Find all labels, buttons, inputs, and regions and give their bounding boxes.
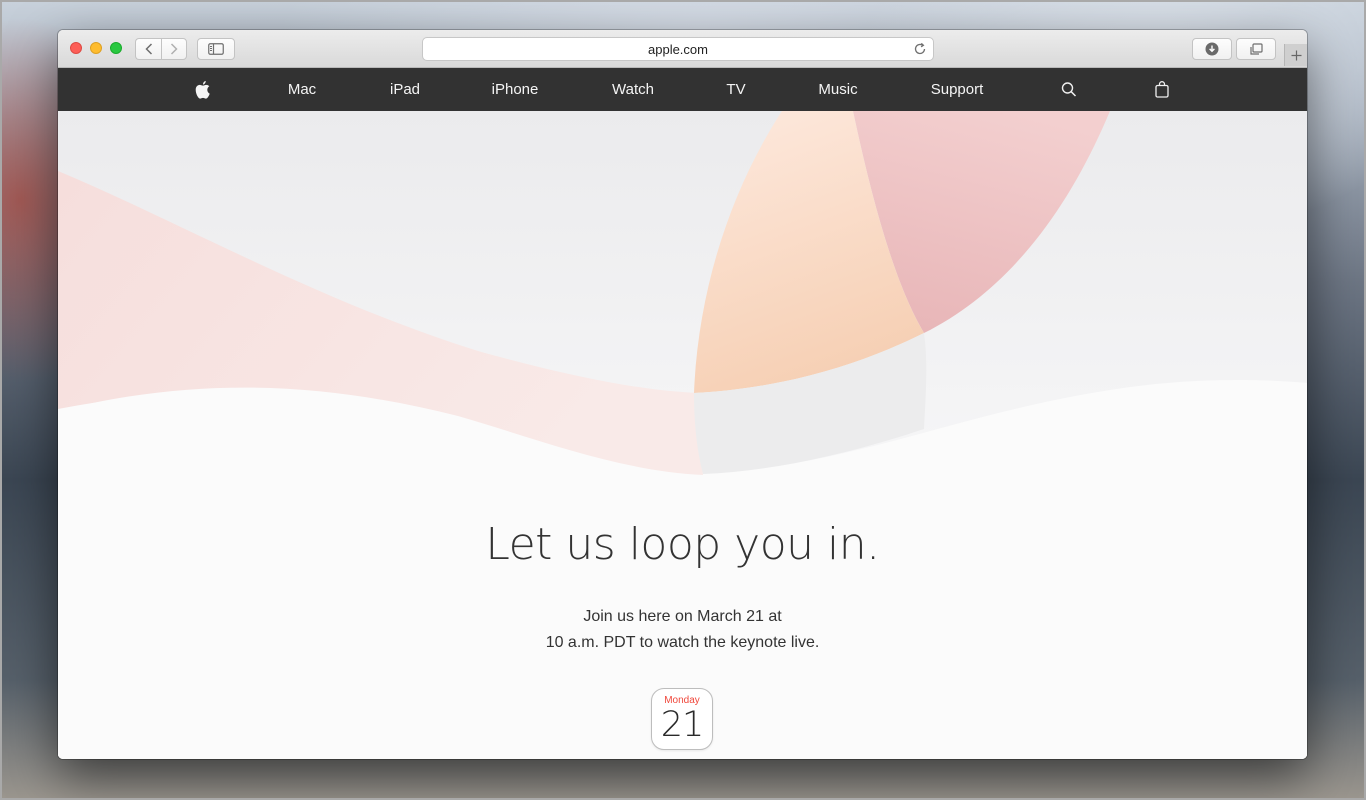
new-tab-button[interactable] [1284, 44, 1307, 66]
nav-link-music[interactable]: Music [818, 68, 857, 111]
reload-icon [914, 42, 926, 55]
calendar-date-number: 21 [660, 705, 705, 745]
chevron-left-icon [144, 43, 152, 55]
minimize-window-button[interactable] [90, 42, 102, 54]
event-hero: Let us loop you in. Join us here on Marc… [58, 111, 1307, 759]
search-button[interactable] [1061, 68, 1077, 111]
tab-overview-button[interactable] [1236, 38, 1276, 60]
chevron-right-icon [170, 43, 178, 55]
nav-link-watch[interactable]: Watch [612, 68, 654, 111]
apple-global-nav: Mac iPad iPhone Watch TV Music Support [58, 68, 1307, 111]
event-info-line-1: Join us here on March 21 at [583, 608, 782, 625]
sidebar-button[interactable] [197, 38, 235, 60]
forward-button[interactable] [161, 38, 187, 60]
browser-window: apple.com Mac iPad iPhone Watch TV Music… [58, 30, 1307, 759]
nav-link-mac[interactable]: Mac [288, 68, 316, 111]
nav-link-support[interactable]: Support [931, 68, 984, 111]
plus-icon [1291, 50, 1301, 60]
shopping-bag-icon [1155, 81, 1169, 98]
nav-link-ipad[interactable]: iPad [390, 68, 420, 111]
zoom-window-button[interactable] [110, 42, 122, 54]
tab-overview-icon [1250, 42, 1263, 55]
download-icon [1205, 42, 1219, 56]
nav-link-iphone[interactable]: iPhone [492, 68, 539, 111]
apple-logo-icon [195, 80, 210, 99]
back-button[interactable] [135, 38, 161, 60]
history-nav [135, 38, 187, 60]
reload-button[interactable] [913, 42, 927, 59]
browser-toolbar: apple.com [58, 30, 1307, 68]
hero-artwork [58, 111, 1307, 759]
nav-link-tv[interactable]: TV [726, 68, 745, 111]
headline: Let us loop you in. [485, 519, 880, 570]
search-icon [1061, 82, 1077, 97]
add-to-calendar-button[interactable]: Monday 21 [651, 688, 713, 750]
bag-button[interactable] [1155, 68, 1169, 111]
sidebar-icon [208, 43, 224, 55]
address-text: apple.com [648, 41, 708, 57]
close-window-button[interactable] [70, 42, 82, 54]
downloads-button[interactable] [1192, 38, 1232, 60]
apple-logo-link[interactable] [195, 68, 212, 111]
event-info-line-2: 10 a.m. PDT to watch the keynote live. [545, 634, 820, 651]
address-bar[interactable]: apple.com [422, 37, 934, 61]
